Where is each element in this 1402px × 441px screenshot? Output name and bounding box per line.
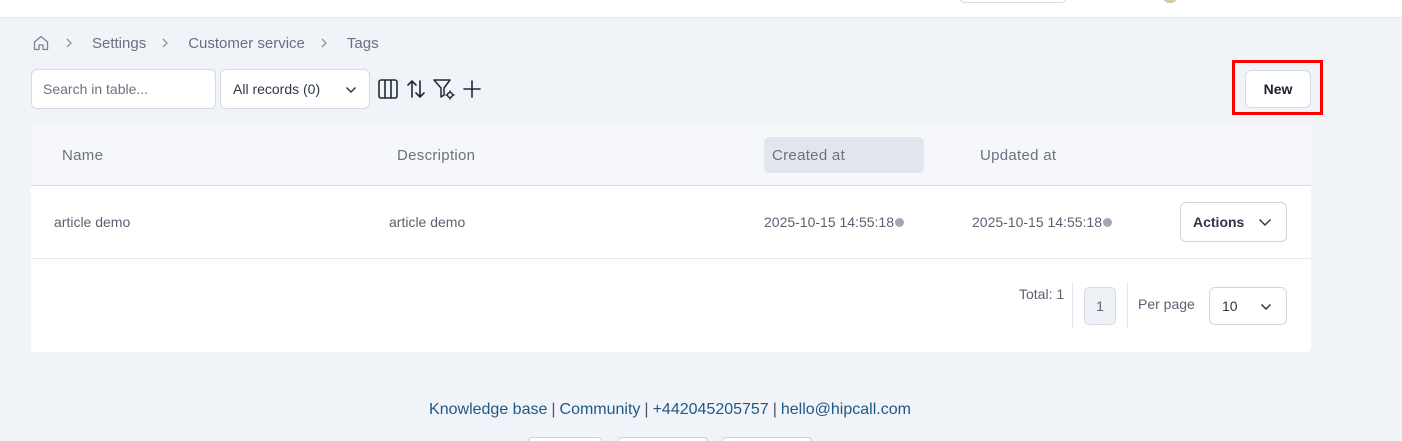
table-header: Name Description Created at Updated at: [31, 125, 1311, 186]
row-actions-button[interactable]: Actions: [1180, 202, 1287, 242]
chevron-right-icon: [64, 37, 74, 49]
column-header-updated-at[interactable]: Updated at: [980, 125, 1056, 186]
info-dot-icon: [1103, 217, 1112, 227]
updated-at-value: 2025-10-15 14:55:18: [972, 214, 1102, 230]
page-button-current[interactable]: 1: [1084, 287, 1116, 325]
plus-icon[interactable]: [460, 77, 484, 101]
top-bar-control[interactable]: [959, 0, 1067, 3]
table-toolbar: All records (0): [31, 69, 484, 109]
chevron-down-icon: [1260, 298, 1272, 314]
cell-description: article demo: [389, 214, 466, 230]
new-button[interactable]: New: [1245, 70, 1311, 108]
records-filter-value: All records (0): [233, 81, 321, 97]
footer-link-community[interactable]: Community: [560, 401, 641, 418]
cell-created-at: 2025-10-15 14:55:18: [764, 186, 904, 258]
footer-link-phone[interactable]: +442045205757: [653, 401, 769, 418]
filter-settings-icon[interactable]: [432, 77, 456, 101]
footer-separator: |: [772, 401, 777, 418]
pagination-divider: [1072, 282, 1073, 328]
columns-icon[interactable]: [376, 77, 400, 101]
table-tool-icons: [376, 77, 484, 101]
breadcrumb-customer-service[interactable]: Customer service: [188, 35, 305, 52]
column-header-created-at[interactable]: Created at: [764, 137, 924, 173]
breadcrumb-tags: Tags: [346, 34, 379, 52]
footer-badge[interactable]: [618, 437, 708, 441]
footer-separator: |: [644, 401, 649, 418]
info-dot-icon: [895, 217, 904, 227]
top-bar: [0, 0, 1402, 18]
footer-link-knowledge-base[interactable]: Knowledge base: [429, 401, 547, 418]
breadcrumb-settings[interactable]: Settings: [92, 35, 146, 52]
chevron-right-icon: [160, 37, 170, 49]
footer-link-email[interactable]: hello@hipcall.com: [781, 401, 911, 418]
breadcrumb: Settings Customer service Tags: [32, 33, 379, 53]
home-icon[interactable]: [32, 34, 50, 52]
per-page-select[interactable]: 10: [1209, 287, 1287, 325]
footer-separator: |: [551, 401, 556, 418]
tags-table: Name Description Created at Updated at a…: [31, 125, 1311, 352]
per-page-label: Per page: [1138, 296, 1195, 312]
row-actions-label: Actions: [1193, 214, 1245, 230]
created-at-value: 2025-10-15 14:55:18: [764, 214, 894, 230]
cell-updated-at: 2025-10-15 14:55:18: [972, 186, 1112, 258]
per-page-value: 10: [1222, 298, 1238, 314]
pagination-total: Total: 1: [1019, 286, 1065, 302]
top-bar-avatar[interactable]: [1163, 0, 1177, 3]
cell-name: article demo: [54, 214, 131, 230]
column-header-description[interactable]: Description: [397, 125, 475, 186]
column-header-name[interactable]: Name: [62, 125, 103, 186]
table-row[interactable]: article demo article demo 2025-10-15 14:…: [31, 186, 1311, 259]
records-filter-select[interactable]: All records (0): [220, 69, 370, 109]
footer-badge[interactable]: [528, 437, 602, 441]
search-input[interactable]: [31, 69, 216, 109]
footer-badge[interactable]: [722, 437, 812, 441]
sort-icon[interactable]: [404, 77, 428, 101]
pagination-divider: [1127, 282, 1128, 328]
footer-links: Knowledge base | Community | +442045205757 | h…: [0, 401, 1340, 419]
chevron-down-icon: [345, 81, 357, 97]
chevron-down-icon: [1258, 214, 1272, 230]
chevron-right-icon: [319, 37, 329, 49]
